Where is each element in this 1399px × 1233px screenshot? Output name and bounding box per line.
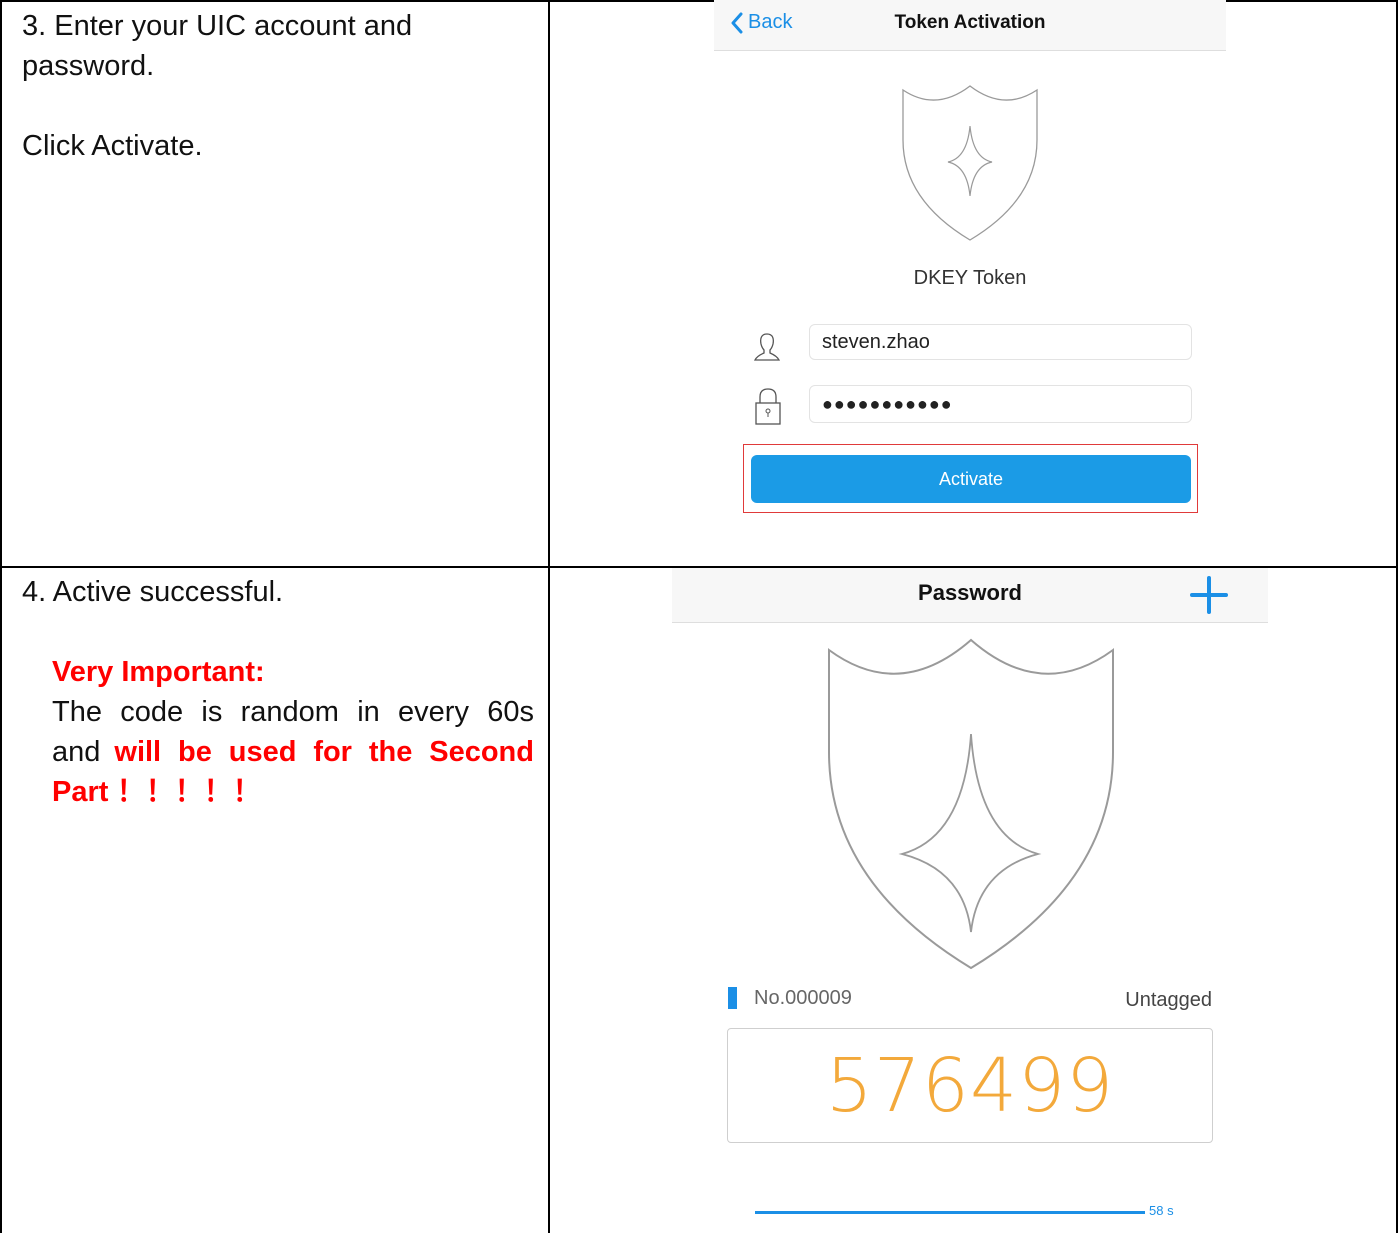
one-time-code: 576499 xyxy=(825,1042,1115,1129)
table-column-divider xyxy=(548,0,550,1233)
countdown-progress-bar xyxy=(755,1211,1145,1214)
navigation-bar: Back Token Activation xyxy=(714,0,1226,51)
table-border-left xyxy=(0,0,2,1233)
table-border-right xyxy=(1396,0,1398,1233)
account-field[interactable]: steven.zhao xyxy=(809,324,1192,360)
token-number: No.000009 xyxy=(754,987,852,1009)
password-field[interactable]: ●●●●●●●●●●● xyxy=(809,385,1192,423)
token-activation-screen: Back Token Activation DKEY Token steven.… xyxy=(714,0,1226,522)
code-info-line-1: The code is random in every 60s xyxy=(52,696,534,728)
code-info-line-2: and will be used for the Second xyxy=(52,732,534,772)
lock-icon xyxy=(755,388,781,425)
code-info-emphasis: will be used for the Second xyxy=(114,736,534,768)
activate-button[interactable]: Activate xyxy=(751,455,1191,503)
token-tag[interactable]: Untagged xyxy=(1102,989,1212,1012)
screen-title: Token Activation xyxy=(894,12,1046,33)
code-display: 576499 xyxy=(727,1028,1213,1143)
important-heading: Very Important: xyxy=(52,656,265,688)
navigation-bar: Password xyxy=(672,568,1268,623)
step-4-instruction: 4. Active successful. xyxy=(22,576,284,608)
screen-title: Password xyxy=(918,580,1022,605)
step-3-instruction: 3. Enter your UIC account and password. xyxy=(22,10,413,82)
shield-icon xyxy=(902,85,1038,241)
tag-marker-icon xyxy=(728,987,737,1009)
password-screen: Password No.000009 Untagged 576499 58 s xyxy=(672,568,1268,1230)
code-info-line-3: Part ！！！！！ xyxy=(52,776,262,808)
user-icon xyxy=(753,333,781,361)
shield-icon xyxy=(828,638,1114,970)
app-name-label: DKEY Token xyxy=(913,267,1027,289)
plus-icon[interactable] xyxy=(1188,574,1230,616)
code-info-and: and xyxy=(52,736,101,768)
click-activate-instruction: Click Activate. xyxy=(22,130,203,162)
countdown-timer: 58 s xyxy=(1149,1203,1174,1218)
